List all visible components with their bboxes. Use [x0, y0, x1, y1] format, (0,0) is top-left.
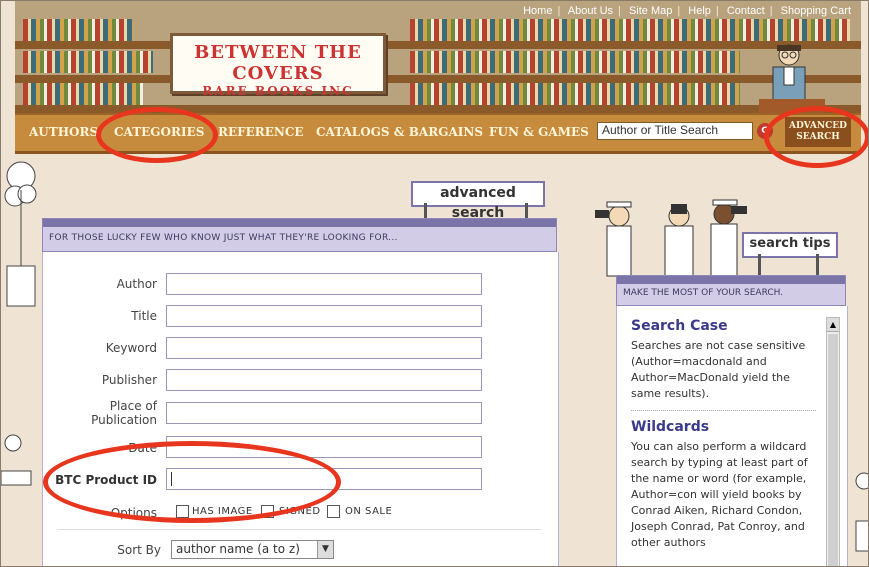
- home-link[interactable]: Home: [523, 5, 552, 17]
- nav-authors[interactable]: AUTHORS: [29, 125, 98, 139]
- advanced-panel-header: FOR THOSE LUCKY FEW WHO KNOW JUST WHAT T…: [42, 218, 557, 252]
- sort-select[interactable]: author name (a to z) ▼: [171, 540, 334, 559]
- figure-illustration: [855, 472, 868, 552]
- tip-title: Search Case: [631, 318, 728, 334]
- tips-scrollbar[interactable]: ▲: [826, 317, 840, 566]
- tag-post: [758, 254, 761, 275]
- highlight-categories: [96, 107, 218, 163]
- tip-title: Wildcards: [631, 419, 710, 435]
- tip-body: Searches are not case sensitive (Author=…: [631, 339, 806, 400]
- publisher-label: Publisher: [101, 373, 157, 387]
- highlight-product-id: [43, 441, 341, 523]
- divider: [57, 529, 541, 530]
- on-sale-checkbox[interactable]: [327, 505, 340, 518]
- tip-body: You can also perform a wildcard search b…: [631, 440, 808, 549]
- place-label: Place of Publication: [91, 399, 157, 427]
- help-link[interactable]: Help: [688, 5, 711, 17]
- tips-panel-header: MAKE THE MOST OF YOUR SEARCH.: [616, 275, 846, 306]
- figure-illustration: [1, 434, 32, 486]
- nav-fun-games[interactable]: FUN & GAMES: [489, 125, 589, 139]
- on-sale-label: ON SALE: [345, 506, 393, 517]
- logo-line1: BETWEEN THE COVERS: [194, 42, 362, 84]
- highlight-advanced-button: [764, 106, 868, 168]
- tag-post: [525, 203, 528, 218]
- keyword-label: Keyword: [105, 341, 157, 355]
- nav-catalogs[interactable]: CATALOGS & BARGAINS: [316, 125, 483, 139]
- shelf-art: [15, 41, 861, 49]
- keyword-field[interactable]: [166, 337, 482, 359]
- bookshelf-art: [23, 19, 133, 41]
- contact-link[interactable]: Contact: [727, 5, 765, 17]
- advanced-subtitle: FOR THOSE LUCKY FEW WHO KNOW JUST WHAT T…: [49, 233, 398, 243]
- page-frame: BETWEEN THE COVERS RARE BOOKS INC Home | …: [0, 0, 869, 567]
- bookshelf-art: [23, 51, 153, 73]
- quick-search-input[interactable]: Author or Title Search: [597, 122, 753, 140]
- sort-value: author name (a to z): [176, 542, 300, 556]
- tips-content: Search Case Searches are not case sensit…: [631, 316, 816, 559]
- author-label: Author: [116, 277, 157, 291]
- about-link[interactable]: About Us: [568, 5, 613, 17]
- logo-line2: RARE BOOKS INC: [202, 84, 354, 98]
- tips-panel: Search Case Searches are not case sensit…: [616, 306, 848, 566]
- shelf-art: [15, 75, 861, 83]
- site-logo[interactable]: BETWEEN THE COVERS RARE BOOKS INC: [170, 33, 386, 98]
- author-field[interactable]: [166, 273, 482, 295]
- tips-subtitle: MAKE THE MOST OF YOUR SEARCH.: [623, 288, 784, 298]
- title-field[interactable]: [166, 305, 482, 327]
- search-tips-tag: search tips: [742, 232, 838, 258]
- place-field[interactable]: [166, 402, 482, 424]
- cart-link[interactable]: Shopping Cart: [781, 5, 851, 17]
- bookshelf-art: [410, 51, 740, 73]
- sort-label: Sort By: [117, 543, 161, 557]
- tag-post: [424, 203, 427, 218]
- bookshelf-art: [410, 19, 850, 41]
- nav-reference[interactable]: REFERENCE: [218, 125, 304, 139]
- scroll-up-icon[interactable]: ▲: [827, 318, 839, 332]
- plant-illustration: [4, 161, 37, 307]
- publisher-field[interactable]: [166, 369, 482, 391]
- title-label: Title: [131, 309, 157, 323]
- sitemap-link[interactable]: Site Map: [629, 5, 672, 17]
- librarian-illustration: [759, 44, 825, 113]
- bookshelf-art: [23, 83, 143, 105]
- bookshelf-art: [410, 83, 740, 105]
- top-links: Home | About Us | Site Map | Help | Contact |…: [523, 5, 851, 17]
- tag-post: [816, 254, 819, 275]
- chevron-down-icon[interactable]: ▼: [317, 541, 333, 558]
- header-banner: BETWEEN THE COVERS RARE BOOKS INC Home | …: [15, 1, 861, 113]
- scroll-thumb[interactable]: [828, 334, 838, 566]
